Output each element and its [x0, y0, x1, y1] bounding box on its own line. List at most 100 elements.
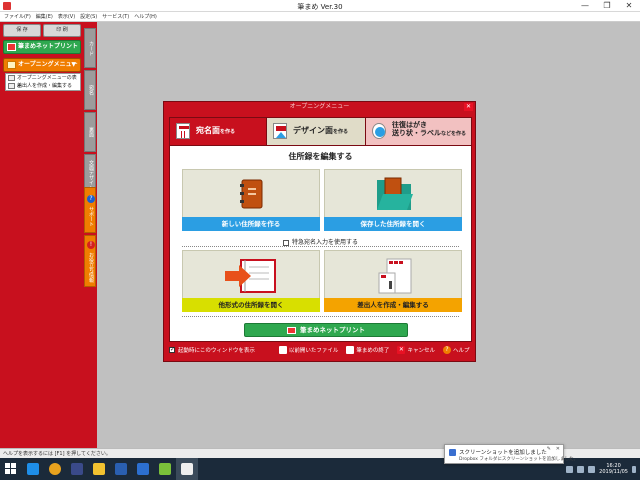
express-input-checkbox[interactable] — [282, 239, 289, 246]
menu-edit[interactable]: 編集(E) — [36, 12, 53, 21]
taskbar-edge[interactable] — [22, 458, 44, 480]
vertical-tab-strip: カード 宛名 裏面 文面デザイン ? サポート ! お役立ち情報 — [83, 22, 97, 448]
divider — [182, 246, 459, 247]
chrome-icon — [49, 463, 61, 475]
windows-icon — [5, 463, 16, 474]
settings-icon[interactable]: ✎ — [547, 446, 551, 452]
notification-body: Dropbox フォルダにスクリーンショットを追加しました。 — [459, 457, 579, 462]
tab-support-label: サポート — [88, 206, 94, 227]
tab-address[interactable]: 宛名 — [84, 70, 96, 110]
tab-design-side[interactable]: デザイン面を作る — [266, 117, 366, 145]
notification-toast[interactable]: スクリーンショットを追加しました Dropbox フォルダにスクリーンショットを… — [444, 444, 578, 464]
sender-card-icon — [377, 257, 413, 295]
tab-misc-suffix: などを作る — [441, 131, 467, 137]
fudemame-icon — [181, 463, 193, 475]
taskbar-app2[interactable] — [154, 458, 176, 480]
address-book-icon — [240, 178, 264, 210]
open-address-book-card[interactable]: 保存した住所録を開く — [324, 169, 462, 231]
menu-settings[interactable]: 設定(S) — [80, 12, 97, 21]
printer-icon — [7, 43, 16, 51]
tab-address-suffix: を作る — [220, 129, 236, 135]
new-address-book-card[interactable]: 新しい住所録を作る — [182, 169, 320, 231]
taskbar-chrome[interactable] — [44, 458, 66, 480]
opening-menu-label: オープニングメニュー — [18, 61, 78, 68]
window-icon — [8, 75, 15, 81]
dialog-footer: 起動時にこのウィンドウを表示 以前開いたファイル 筆まめの終了 ✕キャンセル ?… — [169, 343, 472, 357]
menu-view[interactable]: 表示(V) — [58, 12, 75, 21]
quit-icon — [346, 346, 355, 354]
printer-icon — [287, 326, 296, 334]
edge-icon — [27, 463, 39, 475]
tab-misc[interactable]: 往復はがき 送り状・ラベルなどを作る — [365, 117, 472, 145]
minimize-button[interactable]: — — [574, 0, 596, 12]
print-button[interactable]: 印 刷 — [43, 24, 81, 37]
tab-card[interactable]: カード — [84, 28, 96, 68]
cancel-button[interactable]: ✕ キャンセル — [397, 346, 435, 354]
panel-heading: 住所録を編集する — [288, 152, 353, 161]
recent-files-label: 以前開いたファイル — [288, 348, 339, 354]
submenu-label: 差出人を作成・編集する — [17, 83, 73, 89]
startup-checkbox-label: 起動時にこのウィンドウを表示 — [178, 348, 255, 354]
menu-help[interactable]: ヘルプ(H) — [134, 12, 157, 21]
startup-checkbox[interactable] — [169, 346, 175, 353]
new-address-book-label: 新しい住所録を作る — [182, 217, 320, 231]
tab-back[interactable]: 裏面 — [84, 112, 96, 152]
menu-service[interactable]: サービス(T) — [102, 12, 129, 21]
dialog-close-button[interactable]: ✕ — [464, 103, 473, 111]
dropbox-icon[interactable] — [588, 465, 596, 473]
clock-date: 2019/11/05 — [599, 469, 628, 475]
menu-bar: ファイル(F) 編集(E) 表示(V) 設定(S) サービス(T) ヘルプ(H) — [0, 12, 640, 22]
start-button[interactable] — [0, 458, 22, 480]
tab-misc-line2: 送り状・ラベル — [392, 129, 441, 137]
tab-address-label: 宛名面 — [196, 126, 220, 135]
app-icon — [159, 463, 171, 475]
import-book-icon — [223, 259, 279, 293]
express-input-label: 特急宛名入力を使用する — [291, 239, 358, 246]
clock[interactable]: 16:20 2019/11/05 — [599, 463, 628, 475]
design-icon — [273, 123, 287, 139]
label-icon — [372, 123, 386, 139]
import-address-book-label: 他形式の住所録を開く — [182, 298, 320, 312]
taskbar-settings[interactable] — [66, 458, 88, 480]
store-icon — [115, 463, 127, 475]
import-address-book-card[interactable]: 他形式の住所録を開く — [182, 250, 320, 312]
help-label: ヘルプ — [452, 348, 470, 354]
folder-icon — [93, 463, 105, 475]
taskbar-store[interactable] — [110, 458, 132, 480]
dialog-title: オープニングメニュー — [164, 102, 475, 112]
notification-center-icon[interactable] — [632, 465, 636, 473]
close-button[interactable]: ✕ — [618, 0, 640, 12]
window-icon — [137, 463, 149, 475]
gear-icon — [71, 463, 83, 475]
dropbox-icon — [449, 449, 456, 456]
tab-support[interactable]: ? サポート — [84, 187, 96, 233]
network-icon[interactable] — [566, 465, 574, 473]
taskbar-fudemame[interactable] — [176, 458, 198, 480]
help-icon: ? — [442, 346, 451, 354]
close-icon[interactable]: ✕ — [556, 446, 560, 452]
dialog-netprint-label: 筆まめネットプリント — [300, 326, 365, 334]
tab-design-suffix: を作る — [333, 129, 349, 135]
tab-address-side[interactable]: 宛名面を作る — [169, 117, 267, 145]
submenu-edit-sender[interactable]: 差出人を作成・編集する — [6, 82, 80, 90]
menu-file[interactable]: ファイル(F) — [4, 12, 31, 21]
quit-button[interactable]: 筆まめの終了 — [346, 346, 389, 354]
dialog-netprint-button[interactable]: 筆まめネットプリント — [244, 323, 408, 337]
netprint-button[interactable]: 筆まめネットプリント — [3, 40, 81, 54]
tab-info[interactable]: ! お役立ち情報 — [84, 235, 96, 287]
recent-files-button[interactable]: 以前開いたファイル — [278, 346, 339, 354]
help-button[interactable]: ? ヘルプ — [442, 346, 470, 354]
volume-icon[interactable] — [577, 465, 585, 473]
maximize-button[interactable]: ❐ — [596, 0, 618, 12]
taskbar-app1[interactable] — [132, 458, 154, 480]
divider — [182, 316, 459, 317]
menu-icon — [7, 61, 16, 69]
edit-sender-card[interactable]: 差出人を作成・編集する — [324, 250, 462, 312]
express-input-checkbox-row[interactable]: 特急宛名入力を使用する — [170, 237, 471, 246]
submenu-show-opening[interactable]: オープニングメニューの表示 — [6, 74, 80, 89]
save-button[interactable]: 保 存 — [3, 24, 41, 37]
title-bar: 筆まめ Ver.30 — ❐ ✕ — [0, 0, 640, 12]
netprint-label: 筆まめネットプリント — [18, 43, 79, 50]
taskbar-explorer[interactable] — [88, 458, 110, 480]
opening-menu-button[interactable]: オープニングメニュー ▼ — [3, 58, 81, 72]
